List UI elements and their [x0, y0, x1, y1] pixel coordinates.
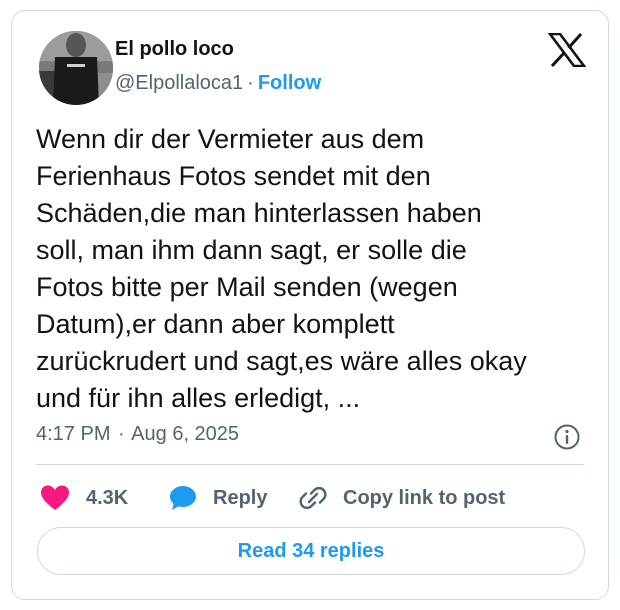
avatar-image [39, 31, 113, 105]
tweet-date: Aug 6, 2025 [131, 423, 240, 445]
reply-button[interactable]: Reply [169, 483, 267, 513]
avatar[interactable] [39, 31, 113, 105]
author-name[interactable]: El pollo loco [115, 38, 234, 61]
link-icon [299, 486, 327, 510]
reply-bubble-icon [170, 486, 196, 510]
author-handle[interactable]: @Elpollaloca1 [115, 72, 243, 94]
handle-separator: · [247, 72, 254, 94]
reply-label: Reply [213, 486, 268, 509]
timestamp-separator: · [118, 423, 125, 445]
handle-row: @Elpollaloca1 · Follow [115, 72, 321, 95]
like-button[interactable]: 4.3K [40, 483, 128, 513]
tweet-timestamp[interactable]: 4:17 PM · Aug 6, 2025 [36, 423, 586, 446]
likes-count: 4.3K [86, 486, 129, 509]
copy-link-button[interactable]: Copy link to post [299, 483, 505, 513]
read-replies-button[interactable]: Read 34 replies [37, 527, 585, 575]
divider [36, 464, 584, 465]
info-icon[interactable] [553, 423, 581, 451]
heart-icon [41, 485, 69, 510]
tweet-text: Wenn dir der Vermieter aus dem Ferienhau… [36, 124, 527, 413]
tweet-time: 4:17 PM [36, 423, 111, 445]
copy-link-label: Copy link to post [343, 486, 506, 509]
tweet-card: El pollo loco @Elpollaloca1 · Follow Wenn … [11, 10, 609, 600]
follow-button[interactable]: Follow [258, 72, 321, 94]
x-logo-icon[interactable] [547, 32, 587, 68]
